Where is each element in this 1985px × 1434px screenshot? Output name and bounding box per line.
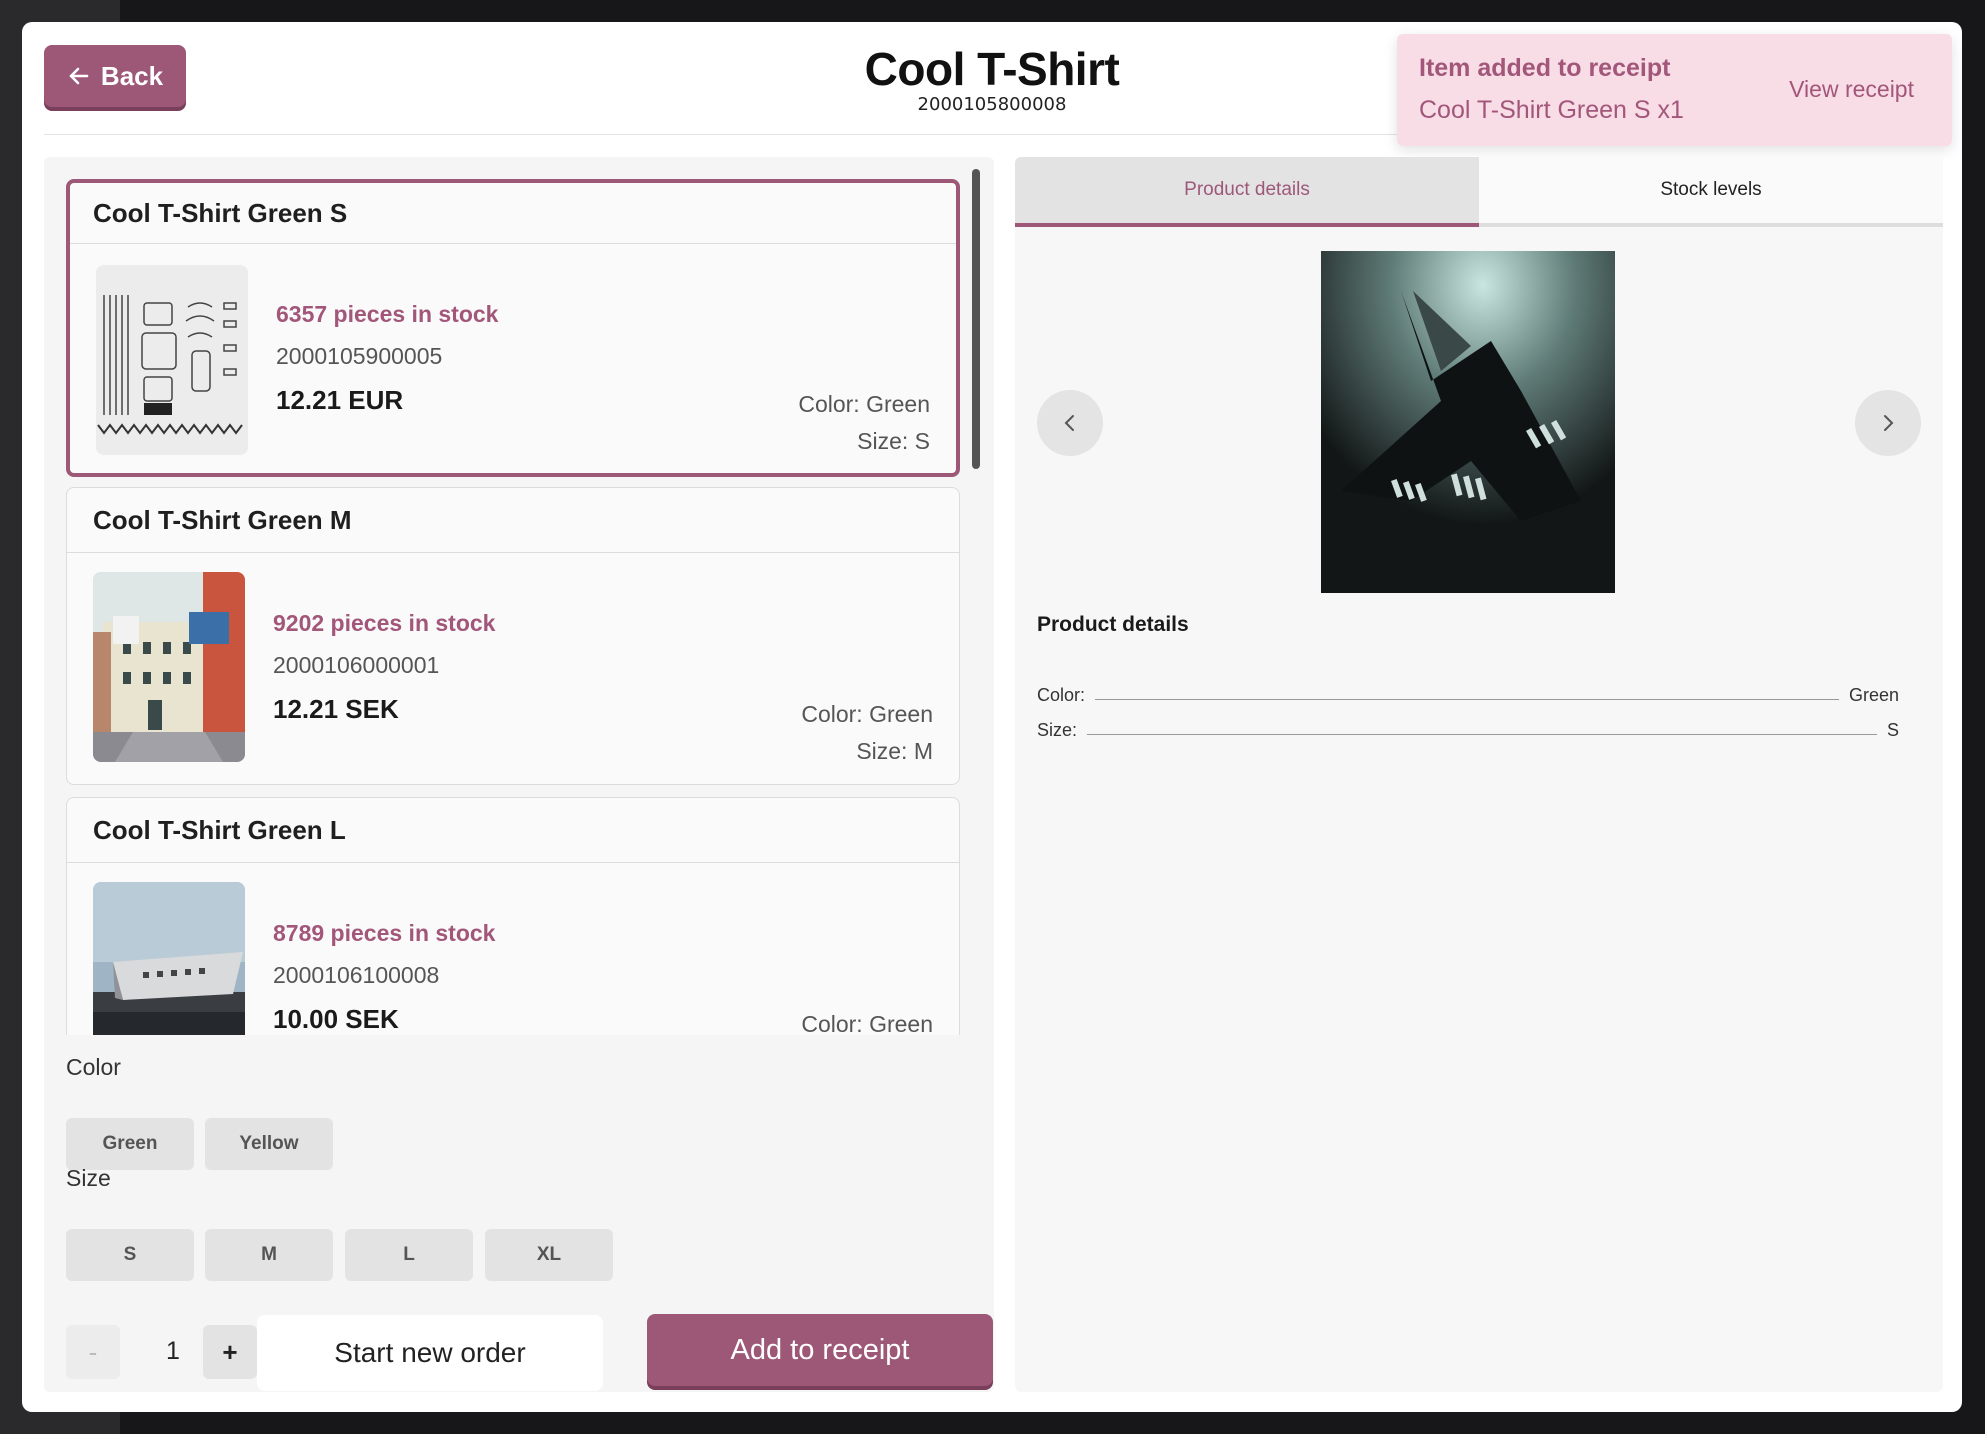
variant-size: Size: S [857, 428, 930, 454]
toast-notification: Item added to receipt Cool T-Shirt Green… [1397, 34, 1952, 146]
detail-leader [1087, 734, 1877, 735]
product-image [1321, 251, 1615, 593]
variant-card[interactable]: Cool T-Shirt Green S 6357 pieces in stoc… [66, 179, 960, 477]
stock-count: 6357 pieces in stock [276, 301, 499, 327]
tab-stock-levels[interactable]: Stock levels [1479, 157, 1943, 227]
variant-price: 12.21 SEK [273, 694, 399, 724]
variant-color: Color: Green [801, 1011, 933, 1035]
chevron-right-icon [1884, 415, 1894, 431]
variant-card[interactable]: Cool T-Shirt Green L 8789 pieces in stoc… [66, 797, 960, 1035]
variant-panel: Cool T-Shirt Green S 6357 pieces in stoc… [44, 157, 994, 1392]
variant-name: Cool T-Shirt Green S [70, 183, 956, 244]
add-to-receipt-button[interactable]: Add to receipt [647, 1314, 993, 1386]
size-chip-xl[interactable]: XL [485, 1229, 613, 1281]
chevron-left-icon [1064, 415, 1074, 431]
toast-message: Cool T-Shirt Green S x1 [1419, 96, 1684, 124]
color-chip-yellow[interactable]: Yellow [205, 1118, 333, 1170]
previous-image-button[interactable] [1037, 390, 1103, 456]
variant-list-scrollbar[interactable] [972, 169, 980, 469]
details-panel: Product details Stock levels Product det… [1015, 157, 1943, 1392]
variant-thumbnail [93, 572, 245, 762]
quantity-decrement-button[interactable]: - [66, 1325, 120, 1379]
variant-sku: 2000106000001 [273, 652, 440, 678]
detail-value: Green [1848, 685, 1899, 705]
variant-sku: 2000105900005 [276, 343, 443, 369]
size-chip-s[interactable]: S [66, 1229, 194, 1281]
variant-price: 12.21 EUR [276, 385, 404, 415]
stock-count: 9202 pieces in stock [273, 610, 496, 636]
toast-title: Item added to receipt [1419, 54, 1671, 82]
detail-row-size: Size: S [1037, 720, 1899, 741]
variant-color: Color: Green [798, 391, 930, 417]
size-chip-m[interactable]: M [205, 1229, 333, 1281]
quantity-increment-button[interactable]: + [203, 1325, 257, 1379]
stock-count: 8789 pieces in stock [273, 920, 496, 946]
variant-size: Size: M [856, 738, 933, 764]
tab-product-details[interactable]: Product details [1015, 157, 1479, 227]
next-image-button[interactable] [1855, 390, 1921, 456]
variant-price: 10.00 SEK [273, 1004, 399, 1034]
variant-sku: 2000106100008 [273, 962, 440, 988]
details-heading: Product details [1037, 613, 1189, 636]
color-chip-green[interactable]: Green [66, 1118, 194, 1170]
start-new-order-button[interactable]: Start new order [257, 1315, 603, 1391]
size-option-label: Size [66, 1165, 111, 1191]
size-chip-l[interactable]: L [345, 1229, 473, 1281]
detail-label: Size: [1037, 720, 1078, 740]
variant-color: Color: Green [801, 701, 933, 727]
variant-thumbnail [93, 882, 245, 1035]
variant-list[interactable]: Cool T-Shirt Green S 6357 pieces in stoc… [44, 157, 994, 1035]
detail-label: Color: [1037, 685, 1086, 705]
view-receipt-link[interactable]: View receipt [1789, 76, 1914, 103]
variant-name: Cool T-Shirt Green M [67, 488, 959, 553]
variant-card[interactable]: Cool T-Shirt Green M 9202 pieces in stoc… [66, 487, 960, 785]
variant-name: Cool T-Shirt Green L [67, 798, 959, 863]
quantity-value: 1 [166, 1337, 180, 1365]
product-modal: Back Cool T-Shirt 2000105800008 Item add… [22, 22, 1962, 1412]
color-option-label: Color [66, 1054, 121, 1080]
variant-thumbnail [96, 265, 248, 455]
detail-leader [1095, 699, 1839, 700]
detail-value: S [1886, 720, 1899, 740]
detail-row-color: Color: Green [1037, 685, 1899, 706]
